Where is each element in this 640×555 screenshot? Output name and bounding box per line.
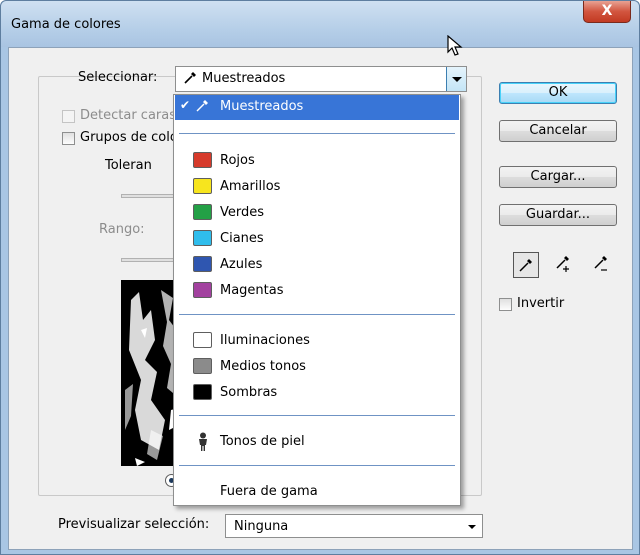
green-swatch-icon [193, 204, 212, 220]
menu-item-label: Magentas [220, 283, 284, 298]
select-dropdown[interactable]: Muestreados [175, 66, 467, 92]
gray-swatch-icon [193, 358, 212, 374]
eyedropper-plus-tool-button[interactable] [551, 252, 577, 278]
menu-item-label: Muestreados [220, 99, 304, 114]
menu-item-sombras[interactable]: Sombras [175, 381, 459, 406]
detect-faces-checkbox[interactable] [62, 110, 75, 123]
range-slider[interactable] [121, 258, 177, 262]
close-button[interactable]: X [583, 1, 631, 23]
load-button[interactable]: Cargar... [499, 166, 617, 188]
tolerance-label: Toleran [105, 158, 152, 173]
person-icon [196, 432, 210, 456]
invert-label: Invertir [517, 296, 565, 311]
color-range-dialog: Gama de colores X Seleccionar: Muestread… [0, 0, 640, 555]
menu-item-label: Sombras [220, 385, 278, 400]
menu-item-medios-tonos[interactable]: Medios tonos [175, 355, 459, 380]
eyedropper-icon [182, 70, 198, 90]
select-label: Seleccionar: [78, 70, 158, 85]
range-label: Rango: [99, 222, 145, 237]
white-swatch-icon [193, 332, 212, 348]
menu-separator [179, 415, 455, 416]
yellow-swatch-icon [193, 178, 212, 194]
cyan-swatch-icon [193, 230, 212, 246]
menu-separator [179, 133, 455, 134]
menu-item-cianes[interactable]: Cianes [175, 227, 459, 252]
select-value: Muestreados [202, 71, 286, 86]
eyedropper-tool-button[interactable] [513, 252, 539, 278]
menu-item-tonos-de-piel[interactable]: Tonos de piel [175, 430, 459, 455]
menu-item-rojos[interactable]: Rojos [175, 149, 459, 174]
mouse-cursor-icon [447, 34, 463, 61]
invert-checkbox[interactable] [499, 298, 512, 311]
preview-label: Previsualizar selección: [58, 517, 210, 532]
menu-item-muestreados[interactable]: ✔ Muestreados [175, 95, 459, 120]
red-swatch-icon [193, 152, 212, 168]
magenta-swatch-icon [193, 282, 212, 298]
menu-item-label: Verdes [220, 205, 265, 220]
select-dropdown-menu: ✔ Muestreados Rojos Amarillos Verdes Cia… [173, 94, 461, 506]
tolerance-slider[interactable] [121, 194, 177, 198]
eyedropper-icon [195, 99, 209, 117]
menu-item-label: Amarillos [220, 179, 281, 194]
menu-item-magentas[interactable]: Magentas [175, 279, 459, 304]
menu-item-label: Rojos [220, 153, 255, 168]
menu-item-label: Azules [220, 257, 263, 272]
preview-select[interactable]: Ninguna [225, 514, 483, 538]
menu-item-label: Tonos de piel [220, 434, 305, 449]
title-bar: Gama de colores X [1, 1, 639, 47]
menu-item-azules[interactable]: Azules [175, 253, 459, 278]
menu-item-iluminaciones[interactable]: Iluminaciones [175, 329, 459, 354]
menu-item-fuera-de-gama[interactable]: Fuera de gama [175, 480, 459, 505]
menu-item-label: Fuera de gama [220, 484, 318, 499]
chevron-down-icon [468, 525, 476, 529]
preview-value: Ninguna [234, 519, 289, 534]
menu-item-label: Medios tonos [220, 359, 306, 374]
menu-item-verdes[interactable]: Verdes [175, 201, 459, 226]
detect-faces-label: Detectar caras [80, 108, 176, 123]
menu-separator [179, 314, 455, 315]
black-swatch-icon [193, 384, 212, 400]
cancel-button[interactable]: Cancelar [499, 120, 617, 142]
menu-item-amarillos[interactable]: Amarillos [175, 175, 459, 200]
dialog-title: Gama de colores [11, 17, 121, 32]
color-groups-label: Grupos de colo [80, 130, 178, 145]
blue-swatch-icon [193, 256, 212, 272]
menu-item-label: Iluminaciones [220, 333, 310, 348]
chevron-down-icon[interactable] [446, 67, 466, 91]
eyedropper-minus-tool-button[interactable] [589, 252, 615, 278]
color-groups-checkbox[interactable] [62, 132, 75, 145]
checkmark-icon: ✔ [180, 98, 191, 112]
ok-button[interactable]: OK [499, 82, 617, 104]
menu-item-label: Cianes [220, 231, 264, 246]
menu-separator [179, 465, 455, 466]
save-button[interactable]: Guardar... [499, 204, 617, 226]
